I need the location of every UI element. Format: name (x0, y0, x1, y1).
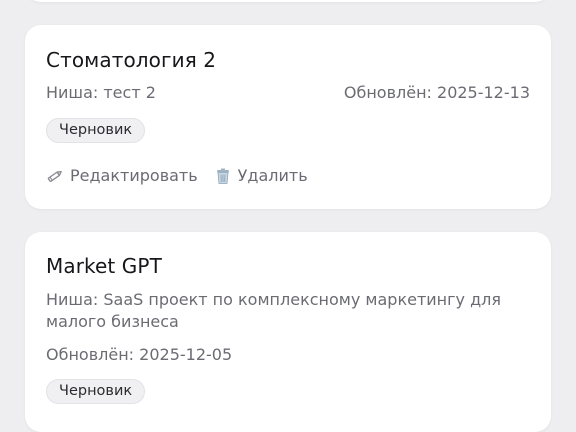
delete-button-label: Удалить (238, 166, 308, 185)
status-badge: Черновик (46, 118, 145, 143)
project-title: Стоматология 2 (46, 48, 216, 72)
project-card: Стоматология 2 Ниша: тест 2 Обновлён: 20… (25, 25, 551, 209)
delete-button[interactable]: Удалить (214, 166, 308, 185)
project-card: Market GPT Ниша: SaaS проект по комплекс… (25, 232, 551, 432)
project-updated-date: Обновлён: 2025-12-13 (344, 83, 530, 102)
edit-button-label: Редактировать (70, 166, 198, 185)
pencil-icon (46, 167, 64, 185)
project-title: Market GPT (46, 254, 162, 278)
edit-button[interactable]: Редактировать (46, 166, 198, 185)
project-updated-date: Обновлён: 2025-12-05 (46, 345, 232, 364)
project-actions: Редактировать Удалить (46, 166, 308, 185)
trash-icon (214, 167, 232, 185)
project-card-previous (25, 0, 551, 2)
project-niche: Ниша: SaaS проект по комплексному маркет… (46, 289, 536, 333)
status-badge: Черновик (46, 379, 145, 404)
project-niche: Ниша: тест 2 (46, 83, 156, 102)
